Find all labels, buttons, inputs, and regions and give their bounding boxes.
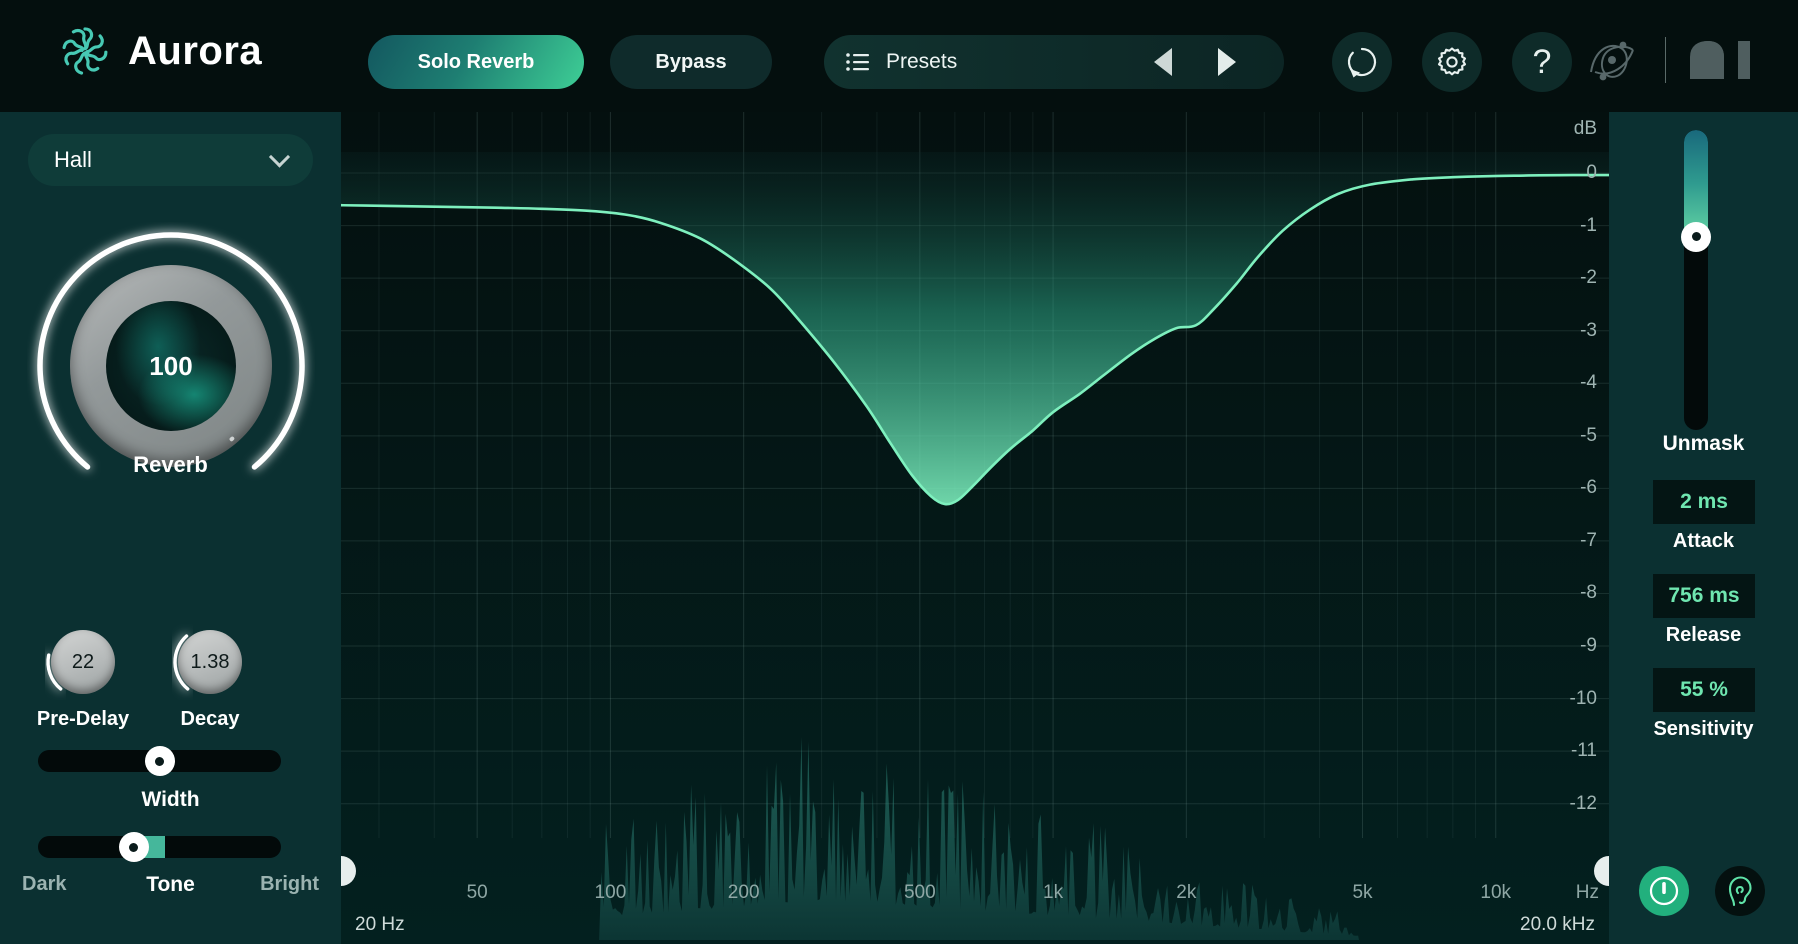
range-low-label: 20 Hz [355,914,405,935]
unmask-slider-handle[interactable] [1681,221,1711,252]
db-tick-label: -5 [1580,424,1597,446]
solo-reverb-button[interactable]: Solo Reverb [368,35,584,89]
db-tick-label: 0 [1586,162,1597,184]
frequency-tick-label: 50 [466,882,488,903]
decay-label: Decay [180,708,240,730]
settings-button[interactable] [1422,32,1482,92]
toolbar: Aurora Solo Reverb Bypass Presets ? [0,0,1798,112]
decay-knob-face: 1.38 [178,630,242,694]
chevron-down-icon [268,146,291,168]
unmask-label: Unmask [1662,432,1745,455]
list-icon [846,53,869,71]
tone-bright-label: Bright [260,873,319,895]
release-value-box[interactable]: 756 ms [1653,574,1755,618]
presets-selector[interactable]: Presets [824,35,1284,89]
release-value: 756 ms [1668,584,1740,607]
presets-label: Presets [886,50,958,73]
tone-slider[interactable] [38,832,281,862]
reverb-preset-dropdown[interactable]: Hall [28,134,313,186]
right-parameter-panel: Unmask 2 ms Attack 756 ms Release 55 % S… [1609,112,1798,944]
frequency-tick-label: 500 [903,882,936,903]
attack-label: Attack [1672,530,1735,552]
ear-listen-icon [1728,876,1752,907]
small-knob-group: 22 Pre-Delay 1.38 Decay [0,612,341,742]
brand-logos [1581,32,1762,88]
plugin-window: 0-1-2-3-4-5-6-7-8-9-10-11-12 20501002005… [0,0,1798,944]
db-axis-unit: dB [1573,118,1597,139]
tone-slider-track [38,836,281,858]
frequency-tick-label: 2k [1176,882,1197,903]
unmask-slider-track [1684,130,1708,430]
db-tick-label: -11 [1570,740,1597,762]
db-tick-label: -9 [1580,635,1597,657]
reverb-knob-value: 100 [149,350,193,381]
preset-prev-button[interactable] [1154,48,1172,76]
tone-slider-handle[interactable] [118,832,149,862]
width-slider-handle[interactable] [144,746,175,776]
reset-circular-arrow-icon [1347,47,1377,78]
db-tick-label: -12 [1569,792,1597,814]
tone-dark-label: Dark [22,873,67,895]
width-label: Width [141,788,200,811]
frequency-tick-label: 10k [1480,882,1512,903]
power-button-icon [1649,876,1679,906]
db-tick-label: -7 [1580,529,1597,551]
sensitivity-value-box[interactable]: 55 % [1653,668,1755,712]
question-mark-icon: ? [1532,43,1552,81]
brand-divider [1665,37,1666,83]
frequency-tick-label: 100 [594,882,627,903]
frequency-tick-label: 1k [1043,882,1064,903]
release-label: Release [1665,624,1742,646]
audition-ear-button[interactable] [1715,866,1765,916]
left-parameter-panel: Hall 100 Reverb 22 Pre-Delay 1.38 Decay … [0,112,341,944]
db-tick-label: -2 [1580,267,1597,289]
db-tick-label: -1 [1580,214,1597,236]
attack-value: 2 ms [1680,490,1728,513]
range-high-label: 20.0 kHz [1520,914,1595,935]
sensitivity-value: 55 % [1680,678,1728,701]
preset-next-button[interactable] [1218,48,1236,76]
pre-delay-knob[interactable]: 22 Pre-Delay [37,624,129,730]
app-title: Aurora [128,28,263,73]
unmask-slider-fill [1684,130,1708,237]
db-tick-label: -6 [1580,477,1597,499]
native-instruments-logo [1690,40,1750,79]
db-tick-label: -8 [1580,582,1597,604]
frequency-tick-label: 5k [1352,882,1373,903]
spectrum-analyzer[interactable]: 0-1-2-3-4-5-6-7-8-9-10-11-12 20501002005… [341,112,1609,944]
aurora-logo-icon [62,27,108,75]
pre-delay-value: 22 [71,650,95,673]
attack-value-box[interactable]: 2 ms [1653,480,1755,524]
reverb-knob-aurora-texture: 100 [106,301,236,431]
reset-button[interactable] [1332,32,1392,92]
db-tick-label: -10 [1569,687,1597,709]
frequency-axis-unit: Hz [1575,882,1599,903]
decay-value: 1.38 [190,650,230,673]
width-slider[interactable] [38,746,281,776]
decay-knob[interactable]: 1.38 Decay [172,624,248,730]
bypass-button[interactable]: Bypass [610,35,772,89]
unmask-power-button[interactable] [1639,866,1689,916]
help-button[interactable]: ? [1512,32,1572,92]
izotope-logo [1590,41,1634,81]
reverb-knob-face: 100 [70,265,272,467]
pre-delay-knob-face: 22 [51,630,115,694]
db-tick-label: -3 [1580,319,1597,341]
db-tick-label: -4 [1580,372,1597,394]
frequency-tick-label: 200 [727,882,760,903]
analyzer-canvas [341,112,1609,940]
gear-icon [1437,47,1467,76]
sensitivity-label: Sensitivity [1653,718,1754,740]
unmask-slider[interactable] [1681,130,1711,430]
reverb-knob-label: Reverb [133,452,208,477]
app-logo: Aurora [56,22,262,80]
reverb-preset-value: Hall [54,147,92,172]
